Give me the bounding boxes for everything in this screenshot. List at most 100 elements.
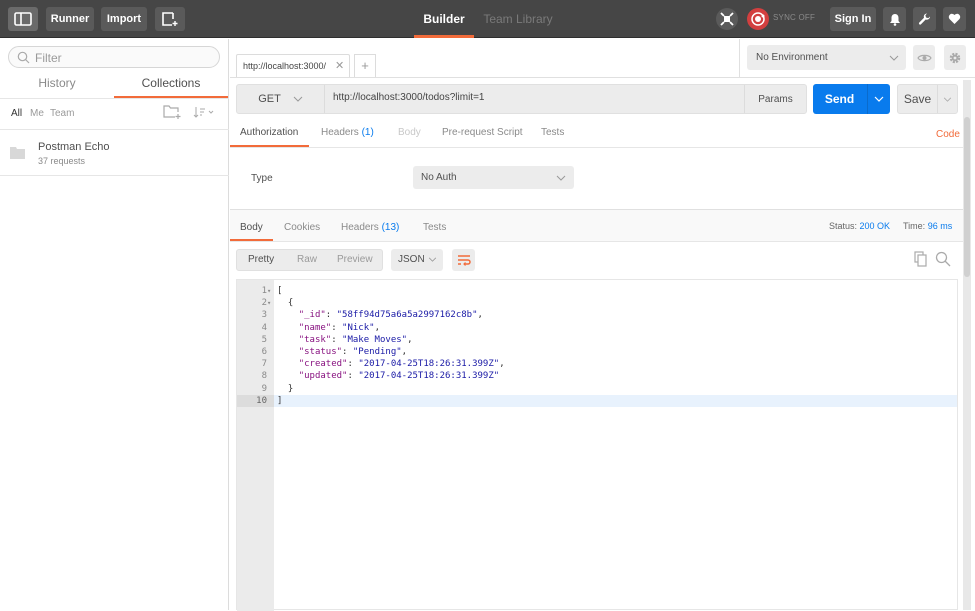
- environment-value: No Environment: [756, 52, 828, 63]
- tab-label: Headers: [341, 222, 379, 233]
- settings-button[interactable]: [913, 7, 936, 31]
- json-value: "2017-04-25T18:26:31.399Z": [358, 371, 500, 382]
- environment-settings-button[interactable]: [944, 45, 966, 70]
- main-panel: http://localhost:3000/ ✕ + No Environmen…: [230, 39, 975, 611]
- runner-button[interactable]: Runner: [46, 7, 94, 31]
- code-line: 5 "task": "Make Moves",: [237, 334, 957, 346]
- code-text: "_id": "58ff94d75a6a5a2997162c8b",: [298, 310, 483, 321]
- line-number: 8: [261, 371, 267, 382]
- owner-filter-all[interactable]: All: [11, 108, 22, 119]
- line-number: 5: [261, 334, 267, 345]
- wrap-lines-button[interactable]: [452, 249, 475, 271]
- view-pretty-button[interactable]: Pretty: [248, 254, 274, 265]
- heart-icon: [948, 13, 961, 24]
- sidebar-toggle-button[interactable]: [8, 7, 38, 31]
- environment-quick-look-button[interactable]: [913, 45, 935, 70]
- response-tab-headers[interactable]: Headers (13): [341, 222, 399, 233]
- response-status: Status: 200 OK: [829, 221, 890, 231]
- method-value: GET: [258, 93, 281, 105]
- chevron-down-icon: [889, 55, 899, 61]
- filter-input[interactable]: [35, 50, 215, 65]
- headers-count-badge: (1): [361, 127, 374, 138]
- chevron-down-icon: [428, 257, 437, 262]
- tab-headers[interactable]: Headers (1): [321, 127, 374, 138]
- json-punctuation: [: [277, 286, 283, 296]
- json-value: "Make Moves": [342, 334, 408, 345]
- divider: [739, 39, 740, 77]
- notifications-button[interactable]: [883, 7, 906, 31]
- response-tab-tests[interactable]: Tests: [423, 222, 446, 233]
- new-window-button[interactable]: [155, 7, 185, 31]
- json-value: "Nick": [342, 322, 375, 333]
- top-bar: Runner Import Builder Team Library SYNC …: [0, 0, 975, 38]
- bell-icon: [889, 13, 900, 26]
- status-value: 200 OK: [859, 221, 891, 231]
- line-number: 7: [261, 359, 267, 370]
- fold-toggle-icon[interactable]: ▾: [267, 285, 271, 297]
- search-icon[interactable]: [935, 251, 951, 267]
- collection-item[interactable]: Postman Echo 37 requests: [0, 129, 229, 176]
- eye-icon: [916, 54, 932, 61]
- sync-button[interactable]: [747, 8, 769, 30]
- code-text: "task": "Make Moves",: [298, 334, 413, 345]
- tab-tests[interactable]: Tests: [541, 127, 564, 138]
- new-tab-button[interactable]: +: [354, 54, 376, 78]
- owner-filter-me[interactable]: Me: [30, 108, 44, 119]
- view-preview-button[interactable]: Preview: [337, 254, 373, 265]
- code-line: 8 "updated": "2017-04-25T18:26:31.399Z": [237, 370, 957, 382]
- json-punctuation: ]: [277, 395, 283, 406]
- code-line: 4 "name": "Nick",: [237, 322, 957, 334]
- nav-tab-builder[interactable]: Builder: [414, 0, 474, 38]
- code-link[interactable]: Code: [936, 129, 960, 140]
- save-button[interactable]: Save: [897, 84, 958, 114]
- code-line: 6 "status": "Pending",: [237, 346, 957, 358]
- sort-icon[interactable]: [193, 106, 215, 119]
- sign-in-button[interactable]: Sign In: [830, 7, 876, 31]
- url-bar: GET Params: [236, 84, 807, 114]
- code-text: {: [277, 297, 293, 309]
- json-key: "status": [298, 347, 343, 357]
- import-button[interactable]: Import: [101, 7, 147, 31]
- favorites-button[interactable]: [943, 7, 966, 31]
- scrollbar-thumb[interactable]: [964, 117, 970, 277]
- tab-authorization[interactable]: Authorization: [240, 127, 298, 138]
- copy-icon[interactable]: [913, 251, 929, 267]
- environment-select[interactable]: No Environment: [747, 45, 906, 70]
- method-select[interactable]: GET: [237, 85, 325, 113]
- interceptor-icon: [720, 12, 734, 26]
- sync-status-label: SYNC OFF: [773, 13, 816, 22]
- code-line: 1 ▾ [: [237, 285, 957, 297]
- filter-box[interactable]: [8, 46, 220, 68]
- sync-icon: [751, 12, 765, 26]
- json-value: "Pending": [352, 347, 402, 357]
- tab-collections[interactable]: Collections: [114, 76, 228, 98]
- view-raw-button[interactable]: Raw: [297, 254, 317, 265]
- sidebar: History Collections All Me Team Postman …: [0, 39, 229, 610]
- close-tab-icon[interactable]: ✕: [335, 59, 344, 72]
- tab-body[interactable]: Body: [398, 127, 421, 138]
- search-icon: [17, 51, 30, 64]
- request-tab[interactable]: http://localhost:3000/ ✕: [236, 54, 350, 78]
- url-input[interactable]: [333, 92, 733, 103]
- code-text: "created": "2017-04-25T18:26:31.399Z",: [298, 359, 505, 370]
- json-punctuation: }: [287, 383, 294, 394]
- tab-history[interactable]: History: [0, 76, 114, 98]
- save-options-button[interactable]: [937, 85, 957, 113]
- response-tab-cookies[interactable]: Cookies: [284, 222, 320, 233]
- interceptor-button[interactable]: [716, 8, 738, 30]
- line-number: 1: [261, 286, 267, 296]
- owner-filter-team[interactable]: Team: [50, 108, 74, 119]
- code-text: "status": "Pending",: [298, 347, 408, 357]
- send-options-button[interactable]: [867, 84, 890, 114]
- format-select[interactable]: JSON: [391, 249, 443, 271]
- fold-toggle-icon[interactable]: ▾: [267, 297, 271, 309]
- send-button[interactable]: Send: [813, 84, 890, 114]
- nav-tab-team-library[interactable]: Team Library: [480, 0, 556, 38]
- params-button[interactable]: Params: [744, 85, 806, 113]
- response-tab-body[interactable]: Body: [240, 222, 263, 233]
- auth-type-select[interactable]: No Auth: [413, 166, 574, 189]
- tab-pre-request-script[interactable]: Pre-request Script: [442, 127, 523, 138]
- scrollbar[interactable]: [963, 80, 971, 610]
- response-body-editor[interactable]: 1 ▾ [2 ▾ {3 "_id": "58ff94d75a6a5a2997162c8…: [236, 279, 958, 611]
- new-collection-icon[interactable]: [163, 105, 182, 120]
